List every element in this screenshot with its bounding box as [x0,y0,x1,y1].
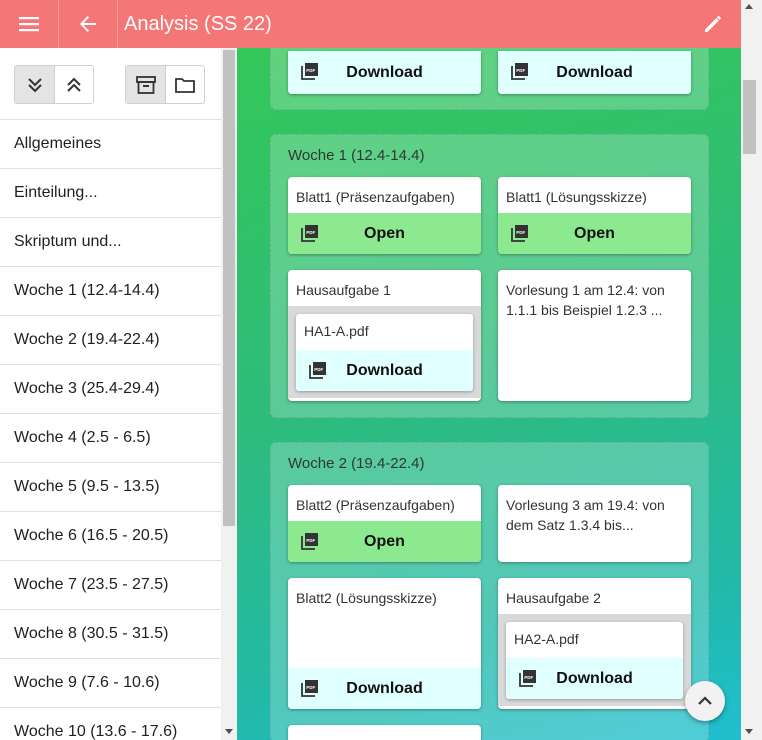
folder-view-button[interactable] [165,66,204,103]
pdf-icon: PDF [301,224,319,247]
card-title: Blatt1 (Präsenzaufgaben) [296,189,455,205]
download-button[interactable]: PDF Download [506,658,683,699]
sidebar-scrollbar-thumb[interactable] [223,50,235,526]
pdf-icon: PDF [301,679,319,702]
sidebar-item[interactable]: Woche 7 (23.5 - 27.5) [0,561,221,610]
archive-icon [135,75,156,94]
sidebar-scrollbar[interactable] [221,48,237,740]
pdf-icon: PDF [301,62,319,85]
sidebar-toolbar [0,48,221,120]
card: Blatt1 (Lösungsskizze) PDF Open [498,177,691,254]
card: PDF Download [288,51,481,94]
section-week-1: Woche 1 (12.4-14.4) Blatt1 (Präsenzaufga… [270,134,709,418]
sidebar-item[interactable]: Woche 1 (12.4-14.4) [0,267,221,316]
open-button[interactable]: PDF Open [288,213,481,254]
pdf-icon: PDF [519,669,537,692]
section-previous: PDF Download PDF Download [270,48,709,110]
sidebar-item[interactable]: Woche 8 (30.5 - 31.5) [0,610,221,659]
svg-text:PDF: PDF [516,68,525,73]
menu-button[interactable] [0,0,59,48]
pdf-icon: PDF [511,224,529,247]
card: Hausaufgabe 2 HA2-A.pdf PDF Download [498,578,691,709]
scroll-up-arrow-icon[interactable] [745,4,753,9]
pdf-icon: PDF [309,361,327,384]
download-button[interactable]: PDF Download [498,51,691,94]
download-button[interactable]: PDF Download [288,51,481,94]
arrow-back-icon [80,16,96,32]
download-button[interactable]: PDF Download [288,668,481,709]
card-text: Vorlesung 3 am 19.4: von dem Satz 1.3.4 … [506,497,665,533]
sidebar-item[interactable]: Woche 10 (13.6 - 17.6) [0,708,221,740]
file-card: HA1-A.pdf PDF Download [296,314,473,391]
archive-view-button[interactable] [126,66,165,103]
svg-text:PDF: PDF [306,538,315,543]
sidebar-item[interactable]: Woche 2 (19.4-22.4) [0,316,221,365]
attachment-area: HA2-A.pdf PDF Download [498,614,691,706]
back-button[interactable] [59,0,118,48]
page-scrollbar[interactable] [741,0,762,740]
sidebar-item[interactable]: Woche 5 (9.5 - 13.5) [0,463,221,512]
sidebar-item[interactable]: Woche 4 (2.5 - 6.5) [0,414,221,463]
file-name: HA1-A.pdf [304,323,369,339]
expand-all-button[interactable] [54,66,93,103]
scroll-down-arrow-icon[interactable] [745,729,753,734]
card: Blatt2 (Präsenzaufgaben) PDF Open [288,485,481,562]
card: PDF Download [498,51,691,94]
card: Hausaufgabe 1 HA1-A.pdf PDF Download [288,270,481,401]
card-title: Hausaufgabe 2 [506,590,601,606]
sidebar-item[interactable]: Woche 9 (7.6 - 10.6) [0,659,221,708]
svg-text:PDF: PDF [306,685,315,690]
card-title: Blatt1 (Lösungsskizze) [506,189,647,205]
section-title[interactable]: Woche 2 (19.4-22.4) [288,455,424,472]
card[interactable]: Vorlesung 3 am 19.4: von dem Satz 1.3.4 … [498,485,691,562]
sidebar-item[interactable]: Allgemeines [0,120,221,169]
card: Blatt1 (Präsenzaufgaben) PDF Open [288,177,481,254]
sidebar-item[interactable]: Woche 3 (25.4-29.4) [0,365,221,414]
section-title[interactable]: Woche 1 (12.4-14.4) [288,147,424,164]
folder-icon [175,77,195,93]
view-mode-group [125,65,205,104]
chevron-up-icon [698,696,712,705]
pdf-icon: PDF [511,62,529,85]
pencil-icon [705,16,721,32]
chevron-double-down-icon [27,77,42,92]
card-title: Blatt2 (Präsenzaufgaben) [296,497,455,513]
file-card: HA2-A.pdf PDF Download [506,622,683,699]
scroll-down-arrow-icon[interactable] [225,729,233,734]
sidebar-item[interactable]: Einteilung... [0,169,221,218]
edit-button[interactable] [685,0,741,48]
svg-text:PDF: PDF [314,367,323,372]
card [288,725,481,740]
card: Blatt2 (Lösungsskizze) PDF Download [288,578,481,709]
page-scrollbar-thumb[interactable] [743,80,756,154]
svg-text:PDF: PDF [516,230,525,235]
menu-icon [19,17,39,32]
open-button[interactable]: PDF Open [288,521,481,562]
svg-text:PDF: PDF [306,230,315,235]
collapse-expand-group [14,65,94,104]
svg-text:PDF: PDF [306,68,315,73]
card-text: Vorlesung 1 am 12.4: von 1.1.1 bis Beisp… [506,282,665,318]
app-bar: Analysis (SS 22) [0,0,741,48]
sidebar: Allgemeines Einteilung... Skriptum und..… [0,48,221,740]
collapse-all-button[interactable] [15,66,54,103]
sidebar-item[interactable]: Skriptum und... [0,218,221,267]
section-week-2: Woche 2 (19.4-22.4) Blatt2 (Präsenzaufga… [270,442,709,740]
card[interactable]: Vorlesung 1 am 12.4: von 1.1.1 bis Beisp… [498,270,691,401]
pdf-icon: PDF [301,532,319,555]
card-title: Blatt2 (Lösungsskizze) [296,590,437,606]
page-title: Analysis (SS 22) [124,12,272,35]
card-title: Hausaufgabe 1 [296,282,391,298]
open-button[interactable]: PDF Open [498,213,691,254]
sidebar-item[interactable]: Woche 6 (16.5 - 20.5) [0,512,221,561]
file-name: HA2-A.pdf [514,631,579,647]
attachment-area: HA1-A.pdf PDF Download [288,306,481,398]
main-content: PDF Download PDF Download Woche 1 (12.4-… [237,48,741,740]
chevron-double-up-icon [67,77,81,92]
svg-text:PDF: PDF [524,675,533,680]
download-button[interactable]: PDF Download [296,350,473,391]
scroll-to-top-button[interactable] [685,681,725,721]
